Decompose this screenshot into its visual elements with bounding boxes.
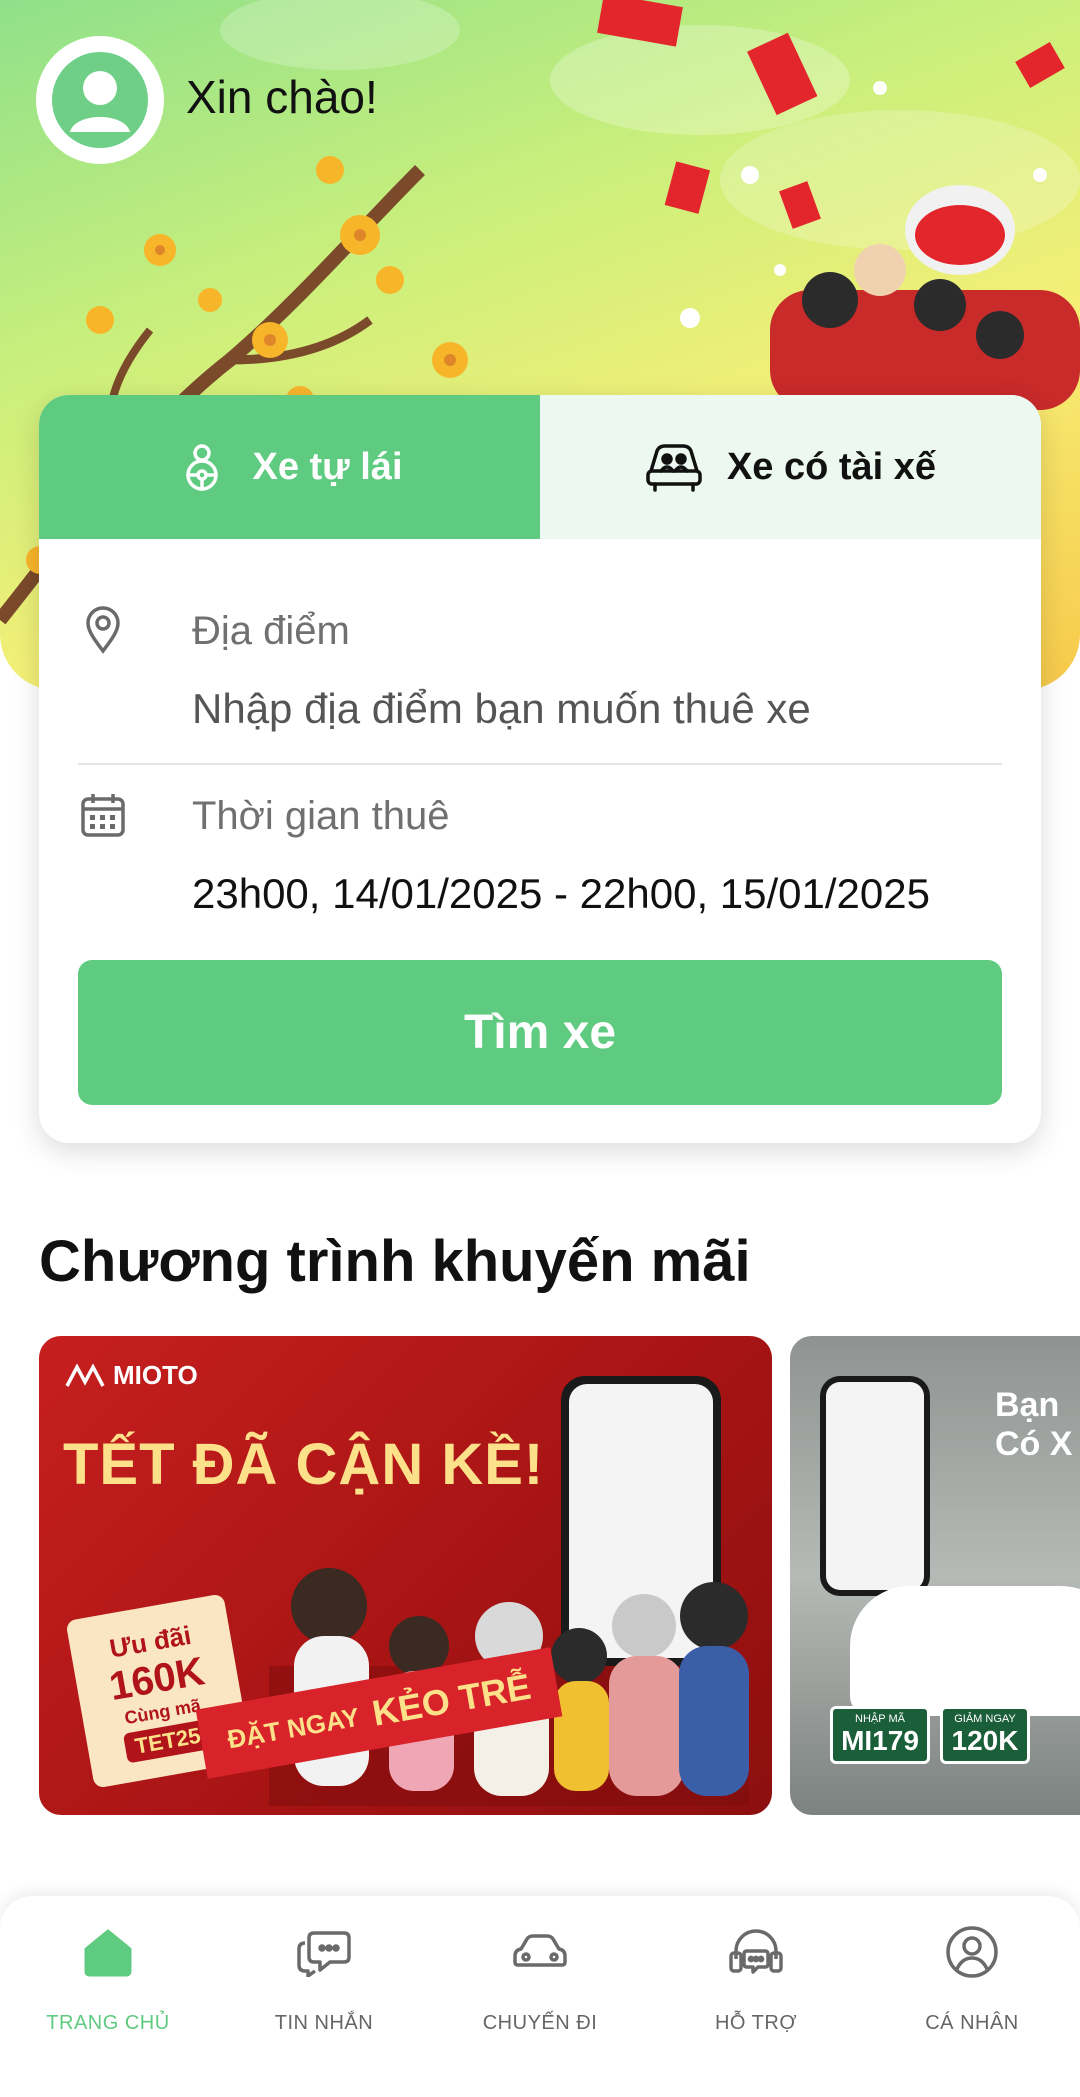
nav-item-trips[interactable]: CHUYẾN ĐI	[432, 1896, 648, 2097]
promo-discount-box: GIẢM NGAY 120K	[940, 1706, 1030, 1764]
user-placeholder-icon	[52, 52, 148, 148]
nav-item-messages[interactable]: TIN NHẮN	[216, 1896, 432, 2097]
map-pin-icon	[78, 605, 128, 655]
greeting-text: Xin chào!	[186, 71, 378, 123]
rental-type-tabs: Xe tự lái Xe có tài xế	[39, 395, 1041, 539]
nav-item-profile[interactable]: CÁ NHÂN	[864, 1896, 1080, 2097]
promo-discount-value: 120K	[951, 1725, 1019, 1756]
nav-label-home: TRANG CHỦ	[46, 2012, 170, 2034]
car-with-driver-icon	[646, 444, 702, 492]
nav-label-messages: TIN NHẮN	[274, 2012, 374, 2034]
promo-banner-tet[interactable]: MIOTO TẾT ĐÃ CẬN KỀ! Ưu đãi 160K Cùng mã…	[39, 1336, 772, 1815]
booking-card: Xe tự lái Xe có tài xế Địa điểm Nhập địa…	[39, 395, 1041, 1143]
promotions-title: Chương trình khuyến mãi	[39, 1229, 751, 1294]
location-label: Địa điểm	[192, 609, 350, 653]
nav-item-home[interactable]: TRANG CHỦ	[0, 1896, 216, 2097]
chat-icon	[294, 1922, 354, 1982]
nav-item-support[interactable]: HỖ TRỢ	[648, 1896, 864, 2097]
promo-banner-code[interactable]: Bạn Có X NHẬP MÃ MI179 GIẢM NGAY 120K	[790, 1336, 1080, 1815]
promo-2-headline-line2: Có X	[995, 1425, 1073, 1464]
user-avatar[interactable]	[36, 36, 164, 164]
tab-with-driver[interactable]: Xe có tài xế	[540, 395, 1041, 539]
nav-label-trips: CHUYẾN ĐI	[482, 2012, 598, 2034]
home-icon	[78, 1922, 138, 1982]
location-field[interactable]: Địa điểm Nhập địa điểm bạn muốn thuê xe	[78, 605, 1002, 765]
tab-self-drive-label: Xe tự lái	[252, 445, 403, 488]
location-input[interactable]: Nhập địa điểm bạn muốn thuê xe	[192, 685, 811, 733]
promo-2-headline-line1: Bạn	[995, 1386, 1060, 1424]
mioto-logo: MIOTO	[65, 1360, 198, 1391]
car-icon	[510, 1922, 570, 1982]
nav-label-support: HỖ TRỢ	[714, 2012, 797, 2034]
ribbon-right-text: KẺO TRỄ	[369, 1665, 534, 1734]
bottom-navigation: TRANG CHỦ TIN NHẮN CHUYẾN ĐI HỖ TRỢ CÁ N…	[0, 1896, 1080, 2097]
ribbon-left-text: ĐẶT NGAY	[224, 1701, 362, 1754]
promo-code-value: MI179	[841, 1725, 919, 1756]
mioto-logo-mark-icon	[65, 1363, 105, 1387]
rental-time-label: Thời gian thuê	[192, 794, 450, 838]
headset-icon	[726, 1922, 786, 1982]
promo-discount-label: GIẢM NGAY	[954, 1713, 1016, 1725]
mioto-brand-text: MIOTO	[113, 1360, 198, 1390]
nav-label-profile: CÁ NHÂN	[925, 2012, 1019, 2034]
steering-person-icon	[186, 444, 219, 491]
white-car-image	[850, 1586, 1080, 1716]
rental-time-field[interactable]: Thời gian thuê 23h00, 14/01/2025 - 22h00…	[78, 790, 1002, 917]
promo-code-label: NHẬP MÃ	[855, 1713, 905, 1725]
tab-with-driver-label: Xe có tài xế	[726, 445, 937, 488]
user-circle-icon	[942, 1922, 1002, 1982]
search-car-button[interactable]: Tìm xe	[78, 960, 1002, 1105]
calendar-icon	[78, 790, 128, 840]
rental-time-value[interactable]: 23h00, 14/01/2025 - 22h00, 15/01/2025	[192, 870, 930, 918]
promo-headline: TẾT ĐÃ CẬN KỀ!	[63, 1432, 545, 1497]
phone-mockup-image	[820, 1376, 930, 1596]
tab-self-drive[interactable]: Xe tự lái	[39, 395, 540, 539]
promo-code-box: NHẬP MÃ MI179	[830, 1706, 930, 1764]
promo-2-headline: Bạn Có X	[995, 1386, 1072, 1464]
